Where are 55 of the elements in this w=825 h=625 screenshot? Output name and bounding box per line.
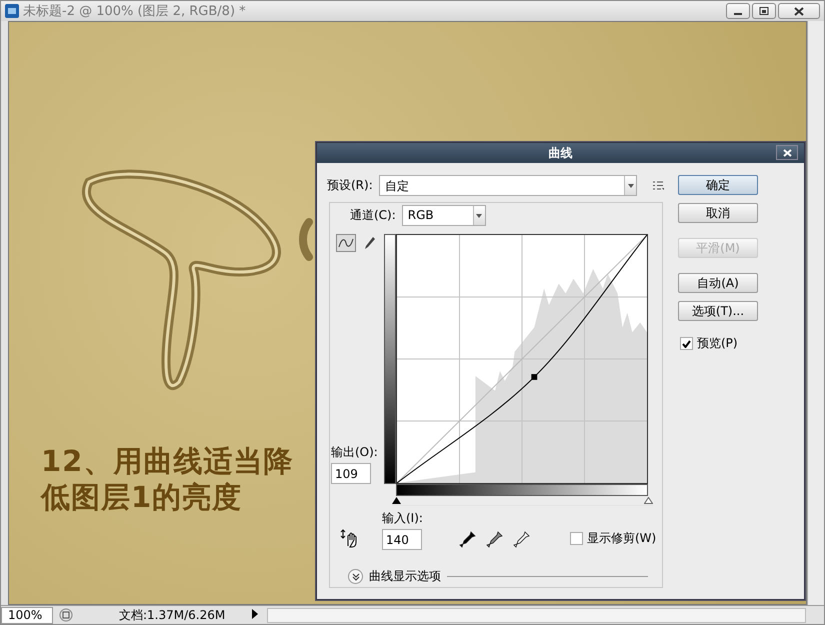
preset-dropdown[interactable]: 自定	[378, 175, 638, 196]
close-icon	[794, 6, 804, 16]
caption-text: 12、用曲线适当降	[41, 444, 294, 478]
curve-icon	[338, 237, 354, 249]
maximize-button[interactable]	[752, 3, 776, 19]
close-button[interactable]	[778, 3, 820, 19]
caption-text: 低图层1的亮度	[41, 480, 244, 514]
input-slider-handle[interactable]	[644, 497, 652, 504]
caret-icon	[628, 184, 634, 188]
eyedropper-icon	[512, 531, 530, 548]
vertical-scrollbar[interactable]	[807, 21, 824, 605]
dialog-button[interactable]: 确定	[678, 175, 758, 195]
curve-tool-button[interactable]	[336, 234, 356, 252]
check-icon	[682, 340, 691, 348]
preview-checkbox[interactable]	[680, 337, 693, 350]
eyedropper-icon	[458, 531, 476, 548]
minimize-button[interactable]	[726, 3, 750, 19]
show-clipping-checkbox[interactable]	[570, 532, 583, 545]
status-icon[interactable]	[59, 608, 73, 622]
expand-options-button[interactable]	[348, 569, 363, 584]
input-field[interactable]: 140	[382, 529, 422, 550]
horizontal-scrollbar[interactable]	[267, 608, 806, 622]
maximize-icon	[759, 7, 769, 15]
show-clipping-label: 显示修剪(W)	[586, 530, 656, 547]
output-label: 输出(O):	[331, 444, 379, 461]
dialog-title: 曲线	[548, 144, 572, 162]
app-icon	[5, 4, 19, 18]
preset-label: 预设(R):	[327, 177, 373, 194]
eyedropper-icon	[486, 531, 503, 548]
dialog-button[interactable]: 选项(T)...	[678, 301, 758, 321]
zoom-field[interactable]: 100%	[1, 606, 53, 624]
channel-label: 通道(C):	[350, 207, 396, 224]
menu-icon[interactable]	[653, 180, 664, 190]
dialog-button[interactable]: 自动(A)	[678, 273, 758, 293]
display-options-label: 曲线显示选项	[369, 568, 441, 585]
output-field[interactable]: 109	[331, 463, 371, 484]
document-size-text: 文档:1.37M/6.26M	[118, 606, 226, 624]
eyedropper-button[interactable]	[512, 531, 530, 548]
input-slider-track[interactable]	[392, 496, 652, 506]
dialog-close-button[interactable]	[776, 145, 798, 160]
curve-point[interactable]	[531, 374, 538, 380]
triangle-icon	[251, 608, 259, 620]
eyedropper-button[interactable]	[458, 531, 476, 548]
dialog-button[interactable]: 取消	[678, 203, 758, 223]
close-icon	[782, 148, 792, 156]
eyedropper-button[interactable]	[486, 531, 503, 548]
curves-graph[interactable]	[396, 234, 648, 484]
window-title: 未标题-2 @ 100% (图层 2, RGB/8) *	[23, 3, 247, 20]
double-chevron-icon	[352, 572, 360, 580]
pencil-icon	[364, 236, 376, 250]
input-label: 输入(I):	[382, 510, 423, 527]
preview-label: 预览(P)	[697, 335, 738, 352]
caret-icon	[476, 214, 482, 218]
input-slider-handle[interactable]	[392, 497, 400, 504]
channel-dropdown[interactable]: RGB	[402, 205, 486, 226]
